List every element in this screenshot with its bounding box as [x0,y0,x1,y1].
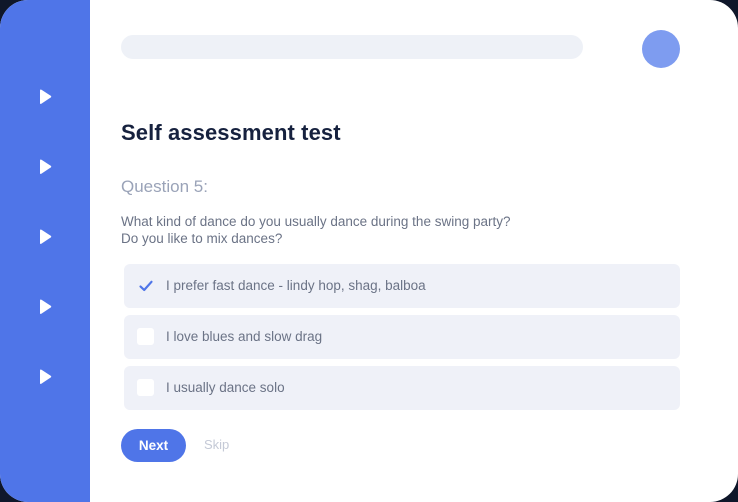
sidebar-item-4[interactable] [36,298,54,316]
question-text: What kind of dance do you usually dance … [121,214,511,246]
sidebar [0,0,90,502]
answer-option-2[interactable]: I love blues and slow drag [124,315,680,359]
answer-option-3[interactable]: I usually dance solo [124,366,680,410]
sidebar-item-5[interactable] [36,368,54,386]
answer-option-1[interactable]: I prefer fast dance - lindy hop, shag, b… [124,264,680,308]
checkbox[interactable] [137,328,154,345]
app-window: Self assessment test Question 5: What ki… [0,0,738,502]
question-number: Question 5: [121,177,208,196]
option-label: I love blues and slow drag [166,329,323,344]
option-label: I prefer fast dance - lindy hop, shag, b… [166,278,426,293]
checkbox-checked[interactable] [137,277,154,294]
play-icon [40,89,52,104]
sidebar-item-2[interactable] [36,158,54,176]
sidebar-item-1[interactable] [36,88,54,106]
play-icon [40,299,52,314]
next-button[interactable]: Next [121,429,186,462]
avatar[interactable] [642,30,680,68]
checkmark-icon [138,280,153,291]
checkbox[interactable] [137,379,154,396]
play-icon [40,159,52,174]
option-label: I usually dance solo [166,380,285,395]
skip-link[interactable]: Skip [204,437,229,452]
search-bar[interactable] [121,35,583,59]
page-title: Self assessment test [121,120,341,145]
play-icon [40,369,52,384]
play-icon [40,229,52,244]
sidebar-item-3[interactable] [36,228,54,246]
